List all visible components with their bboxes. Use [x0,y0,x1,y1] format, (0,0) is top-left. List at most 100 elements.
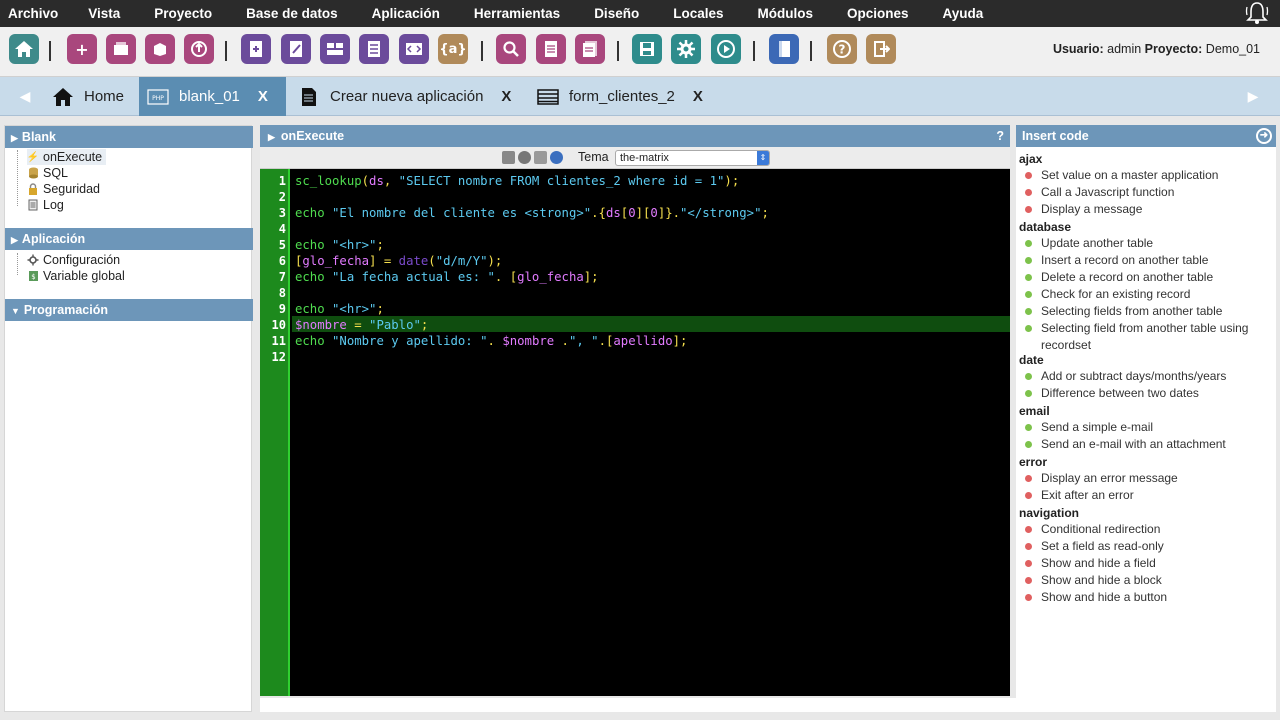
insert-item[interactable]: Insert a record on another table [1025,252,1271,269]
search-icon[interactable] [496,34,526,64]
insert-item[interactable]: Selecting field from another table using… [1025,320,1271,354]
insert-item[interactable]: Add or subtract days/months/years [1025,368,1271,385]
section-programacion[interactable]: ▼ Programación [5,299,253,321]
search-icon[interactable] [518,151,531,164]
section-blank[interactable]: ▶ Blank [5,126,253,148]
insert-item[interactable]: Selecting fields from another table [1025,303,1271,320]
code-line-3[interactable]: echo "El nombre del cliente es <strong>"… [295,205,769,221]
notification-bell-icon[interactable] [1244,0,1270,26]
menu-ayuda[interactable]: Ayuda [935,3,992,25]
book-icon[interactable] [769,34,799,64]
menu-base-de-datos[interactable]: Base de datos [238,3,346,25]
documents-icon[interactable] [575,34,605,64]
menu-opciones[interactable]: Opciones [839,3,917,25]
insert-item[interactable]: Difference between two dates [1025,385,1271,402]
code-editor-icon[interactable] [399,34,429,64]
red-dot-icon [1025,594,1032,601]
insert-item[interactable]: Show and hide a block [1025,572,1271,589]
arrow-right-circle-icon[interactable]: ➜ [1256,128,1272,144]
menu-modulos[interactable]: Módulos [749,3,821,25]
insert-item[interactable]: Delete a record on another table [1025,269,1271,286]
new-project-icon[interactable]: + [67,34,97,64]
tab-close-icon[interactable]: X [501,88,511,105]
tree-item-configuracion[interactable]: Configuración [27,252,120,268]
menu-proyecto[interactable]: Proyecto [146,3,220,25]
menu-diseno[interactable]: Diseño [586,3,647,25]
green-dot-icon [1025,373,1032,380]
help-icon[interactable]: ? [827,34,857,64]
red-dot-icon [1025,206,1032,213]
section-aplicacion[interactable]: ▶ Aplicación [5,228,253,250]
category-date: date [1019,353,1044,367]
menu-herramientas[interactable]: Herramientas [466,3,568,25]
menu-locales[interactable]: Locales [665,3,731,25]
menu-vista[interactable]: Vista [80,3,128,25]
tree-line [17,253,18,275]
theme-select[interactable]: the-matrix ⇕ [615,150,770,166]
help-icon[interactable] [550,151,563,164]
insert-item[interactable]: Set a field as read-only [1025,538,1271,555]
fullscreen-icon[interactable] [502,151,515,164]
insert-item[interactable]: Update another table [1025,235,1271,252]
tab-crear-nueva-aplicacion[interactable]: Crear nueva aplicación X [292,77,527,116]
code-line-11[interactable]: echo "Nombre y apellido: ". $nombre .", … [295,333,687,349]
collapse-icon: ▶ [11,235,18,245]
edit-app-icon[interactable] [281,34,311,64]
code-line-5[interactable]: echo "<hr>"; [295,237,384,253]
tree-item-onexecute[interactable]: ⚡ onExecute [27,149,107,165]
insert-item[interactable]: Conditional redirection [1025,521,1271,538]
tab-label: form_clientes_2 [569,88,675,105]
tab-blank-01[interactable]: PHP blank_01 X [139,77,286,116]
tab-close-icon[interactable]: X [258,88,268,105]
code-line-9[interactable]: echo "<hr>"; [295,301,384,317]
menu-archivo[interactable]: Archivo [0,3,66,25]
menu-aplicacion[interactable]: Aplicación [364,3,448,25]
tree-item-seguridad[interactable]: Seguridad [27,181,100,197]
insert-item[interactable]: Send an e-mail with an attachment [1025,436,1271,453]
help-icon[interactable]: ? [996,125,1004,147]
insert-item[interactable]: Display a message [1025,201,1271,218]
insert-item[interactable]: Show and hide a field [1025,555,1271,572]
red-dot-icon [1025,492,1032,499]
code-line-7[interactable]: echo "La fecha actual es: ". [glo_fecha]… [295,269,599,285]
insert-item[interactable]: Check for an existing record [1025,286,1271,303]
export-project-icon[interactable] [184,34,214,64]
insert-item[interactable]: Show and hide a button [1025,589,1271,606]
document-icon[interactable] [536,34,566,64]
home-icon[interactable] [9,34,39,64]
tree-item-label: SQL [43,166,69,180]
tabs-scroll-right-icon[interactable]: ▶ [1240,77,1266,116]
save-icon[interactable] [632,34,662,64]
tree-item-sql[interactable]: SQL [27,165,68,181]
tab-form-clientes-2[interactable]: form_clientes_2 X [531,77,721,116]
tree-item-log[interactable]: Log [27,197,64,213]
project-box-icon[interactable] [145,34,175,64]
database-list-icon[interactable] [359,34,389,64]
exit-icon[interactable] [866,34,896,64]
collapse-icon[interactable]: ▶ [268,132,275,142]
insert-item[interactable]: Exit after an error [1025,487,1271,504]
generate-settings-icon[interactable] [671,34,701,64]
new-app-icon[interactable] [241,34,271,64]
insert-item[interactable]: Set value on a master application [1025,167,1271,184]
code-line-6[interactable]: [glo_fecha] = date("d/m/Y"); [295,253,502,269]
tab-close-icon[interactable]: X [693,88,703,105]
code-line-1[interactable]: sc_lookup(ds, "SELECT nombre FROM client… [295,173,739,189]
open-project-icon[interactable] [106,34,136,64]
insert-item[interactable]: Call a Javascript function [1025,184,1271,201]
tree-item-variable-global[interactable]: $ Variable global [27,268,125,284]
layout-icon[interactable] [320,34,350,64]
replace-icon[interactable] [534,151,547,164]
expand-icon: ▼ [11,306,20,316]
insert-item[interactable]: Send a simple e-mail [1025,419,1271,436]
green-dot-icon [1025,274,1032,281]
theme-value: the-matrix [620,152,669,164]
code-line-10[interactable]: $nombre = "Pablo"; [295,317,428,333]
tabs-scroll-left-icon[interactable]: ◀ [12,77,38,116]
green-dot-icon [1025,308,1032,315]
tab-home[interactable]: Home [50,77,138,116]
run-icon[interactable] [711,34,741,64]
variables-icon[interactable]: {a} [438,34,468,64]
insert-item[interactable]: Display an error message [1025,470,1271,487]
svg-text:$: $ [31,273,35,281]
